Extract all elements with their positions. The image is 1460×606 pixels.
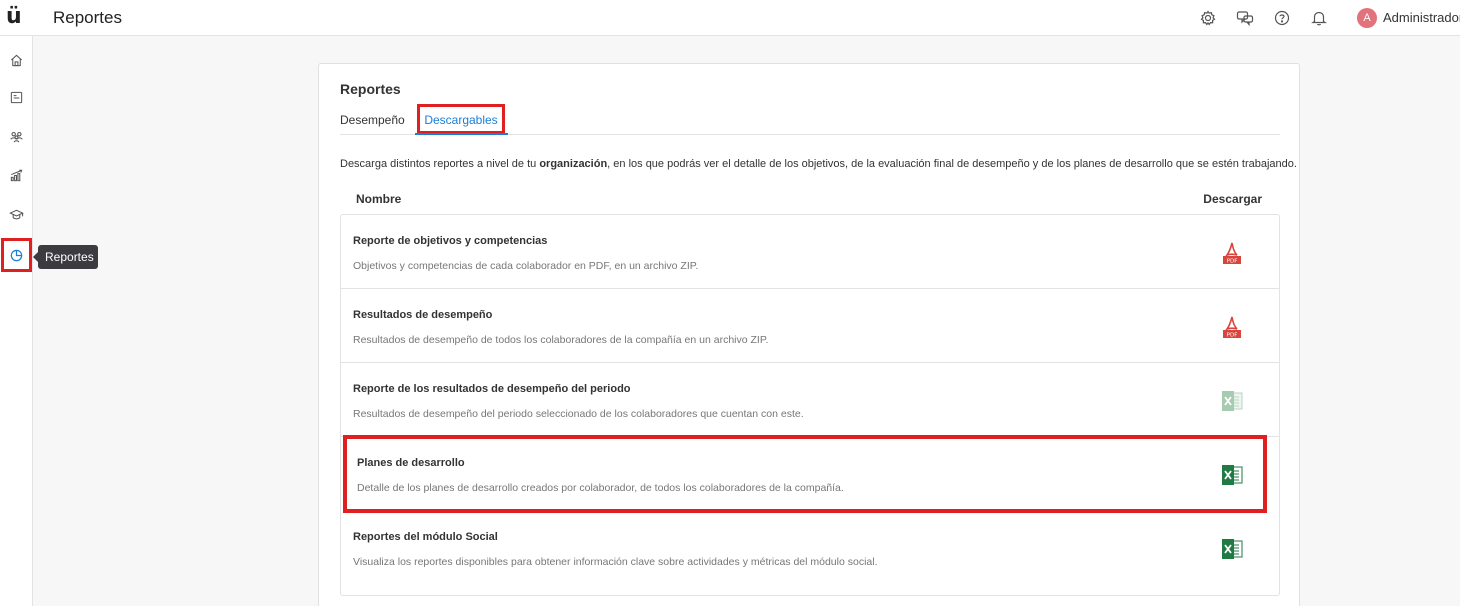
excel-icon[interactable] bbox=[1218, 462, 1246, 488]
active-tab-indicator bbox=[415, 133, 508, 135]
calendar-icon[interactable] bbox=[5, 86, 27, 108]
graduation-cap-icon[interactable] bbox=[5, 203, 27, 225]
tab-bar: Desempeño Descargables bbox=[340, 102, 1280, 135]
report-subtitle: Resultados de desempeño del periodo sele… bbox=[353, 408, 804, 420]
list-item-highlighted[interactable]: Planes de desarrollo Detalle de los plan… bbox=[343, 435, 1267, 513]
report-title: Reporte de los resultados de desempeño d… bbox=[353, 383, 631, 395]
growth-chart-icon[interactable] bbox=[5, 164, 27, 186]
column-header-download: Descargar bbox=[1203, 192, 1262, 206]
svg-text:PDF: PDF bbox=[1227, 258, 1238, 264]
description-bold: organización bbox=[539, 158, 608, 170]
tab-descargables[interactable]: Descargables bbox=[417, 104, 505, 134]
report-title: Reportes del módulo Social bbox=[353, 531, 498, 543]
excel-icon-disabled[interactable] bbox=[1218, 388, 1246, 414]
chat-icon[interactable] bbox=[1236, 9, 1254, 27]
list-item: Resultados de desempeño Resultados de de… bbox=[341, 289, 1279, 363]
sidebar-tooltip: Reportes bbox=[33, 245, 98, 269]
people-icon[interactable] bbox=[5, 125, 27, 147]
report-title: Reporte de objetivos y competencias bbox=[353, 235, 548, 247]
pie-chart-icon[interactable] bbox=[1, 238, 32, 272]
description-text-end: , en los que podrás ver el detalle de lo… bbox=[607, 158, 1297, 170]
settings-icon[interactable] bbox=[1199, 9, 1217, 27]
excel-icon[interactable] bbox=[1218, 536, 1246, 562]
tab-desempeno[interactable]: Desempeño bbox=[340, 108, 405, 132]
report-title: Resultados de desempeño bbox=[353, 309, 493, 321]
column-header-name: Nombre bbox=[356, 192, 402, 206]
report-subtitle: Visualiza los reportes disponibles para … bbox=[353, 556, 878, 568]
help-icon[interactable] bbox=[1273, 9, 1291, 27]
reports-card: Reportes Desempeño Descargables Descarga… bbox=[318, 63, 1300, 606]
report-subtitle: Objetivos y competencias de cada colabor… bbox=[353, 260, 699, 272]
app-logo[interactable]: ü bbox=[6, 4, 28, 30]
description-text: Descarga distintos reportes a nivel de t… bbox=[340, 158, 540, 170]
reports-list: Reporte de objetivos y competencias Obje… bbox=[340, 214, 1280, 596]
top-bar: ü Reportes A Administrador bbox=[0, 0, 1460, 36]
description: Descarga distintos reportes a nivel de t… bbox=[340, 158, 1297, 170]
card-title: Reportes bbox=[340, 81, 401, 97]
list-item: Reportes del módulo Social Visualiza los… bbox=[341, 511, 1279, 585]
report-title: Planes de desarrollo bbox=[357, 457, 465, 469]
report-subtitle: Detalle de los planes de desarrollo crea… bbox=[357, 482, 844, 494]
report-subtitle: Resultados de desempeño de todos los col… bbox=[353, 334, 769, 346]
svg-text:PDF: PDF bbox=[1227, 332, 1238, 338]
list-item: Reporte de objetivos y competencias Obje… bbox=[341, 215, 1279, 289]
bell-icon[interactable] bbox=[1310, 9, 1328, 27]
page-title: Reportes bbox=[53, 8, 122, 27]
home-icon[interactable] bbox=[5, 49, 27, 71]
sidebar bbox=[0, 36, 33, 606]
list-item: Reporte de los resultados de desempeño d… bbox=[341, 363, 1279, 437]
pdf-icon[interactable]: PDF bbox=[1218, 314, 1246, 340]
avatar[interactable]: A bbox=[1357, 8, 1377, 28]
pdf-icon[interactable]: PDF bbox=[1218, 240, 1246, 266]
user-name[interactable]: Administrador bbox=[1383, 10, 1460, 25]
